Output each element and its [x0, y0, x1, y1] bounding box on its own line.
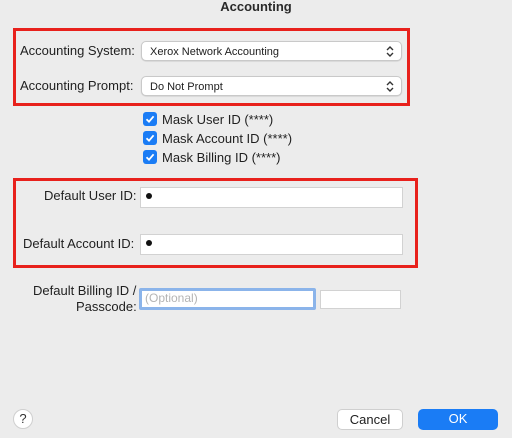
checkmark-icon — [145, 153, 155, 162]
accounting-system-select[interactable]: Xerox Network Accounting — [141, 41, 402, 61]
mask-billing-id-label: Mask Billing ID (****) — [162, 150, 281, 165]
mask-account-id-label: Mask Account ID (****) — [162, 131, 293, 146]
accounting-system-label: Accounting System: — [20, 43, 135, 58]
billing-id-placeholder: (Optional) — [145, 291, 198, 305]
ok-button[interactable]: OK — [418, 409, 498, 430]
chevron-up-down-icon — [385, 44, 395, 59]
default-billing-id-label-line1: Default Billing ID / — [33, 283, 137, 298]
mask-billing-id-checkbox[interactable] — [143, 150, 157, 164]
password-dot — [146, 193, 152, 199]
accounting-prompt-value: Do Not Prompt — [150, 81, 223, 93]
checkmark-icon — [145, 115, 155, 124]
default-billing-id-label-line2: Passcode: — [76, 299, 137, 314]
checkmark-icon — [145, 134, 155, 143]
window-title: Accounting — [220, 0, 292, 14]
help-button[interactable]: ? — [13, 409, 33, 429]
chevron-up-down-icon — [385, 79, 395, 94]
default-account-id-field[interactable] — [140, 234, 403, 255]
cancel-button[interactable]: Cancel — [337, 409, 403, 430]
accounting-prompt-select[interactable]: Do Not Prompt — [141, 76, 402, 96]
accounting-prompt-label: Accounting Prompt: — [20, 78, 134, 93]
default-account-id-label: Default Account ID: — [23, 236, 135, 251]
mask-user-id-label: Mask User ID (****) — [162, 112, 274, 127]
default-user-id-label: Default User ID: — [44, 188, 137, 203]
mask-account-id-checkbox[interactable] — [143, 131, 157, 145]
password-dot — [146, 240, 152, 246]
accounting-system-value: Xerox Network Accounting — [150, 46, 280, 58]
default-user-id-field[interactable] — [140, 187, 403, 208]
mask-user-id-checkbox[interactable] — [143, 112, 157, 126]
default-billing-id-input[interactable]: (Optional) — [139, 288, 316, 310]
passcode-input[interactable] — [320, 290, 401, 309]
